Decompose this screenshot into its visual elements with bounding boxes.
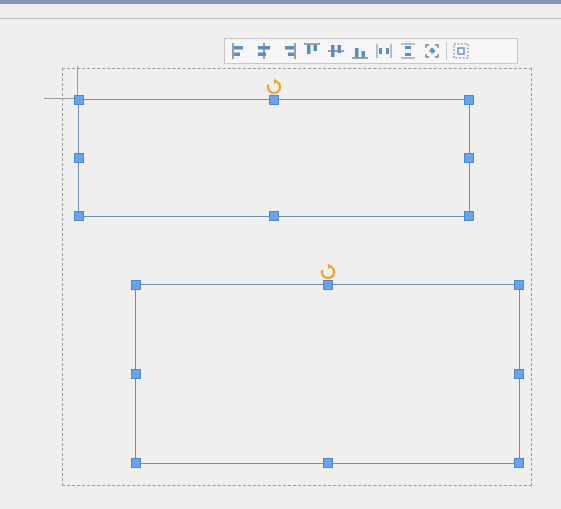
resize-handle-br[interactable] (514, 458, 524, 468)
alignment-toolbar (224, 38, 518, 64)
resize-handle-tc[interactable] (323, 280, 333, 290)
align-left-icon[interactable] (228, 40, 252, 62)
align-center-v-icon[interactable] (324, 40, 348, 62)
resize-handle-tr[interactable] (464, 95, 474, 105)
selected-shape[interactable] (78, 99, 470, 217)
divider (0, 18, 561, 19)
resize-handle-tl[interactable] (131, 280, 141, 290)
resize-handle-mr[interactable] (514, 369, 524, 379)
rotate-handle[interactable] (319, 263, 337, 281)
resize-handle-tl[interactable] (74, 95, 84, 105)
align-right-icon[interactable] (276, 40, 300, 62)
distribute-v-icon[interactable] (396, 40, 420, 62)
resize-handle-bl[interactable] (131, 458, 141, 468)
selected-shape[interactable] (135, 284, 520, 464)
rotate-handle[interactable] (265, 78, 283, 96)
resize-handle-ml[interactable] (74, 153, 84, 163)
enter-group-icon[interactable] (449, 40, 473, 62)
match-size-icon[interactable] (420, 40, 444, 62)
window-titlebar-fragment (0, 0, 561, 4)
distribute-h-icon[interactable] (372, 40, 396, 62)
resize-handle-bc[interactable] (269, 211, 279, 221)
toolbar-separator (446, 42, 447, 60)
align-center-h-icon[interactable] (252, 40, 276, 62)
resize-handle-bc[interactable] (323, 458, 333, 468)
resize-handle-tr[interactable] (514, 280, 524, 290)
resize-handle-mr[interactable] (464, 153, 474, 163)
resize-handle-br[interactable] (464, 211, 474, 221)
resize-handle-ml[interactable] (131, 369, 141, 379)
resize-handle-bl[interactable] (74, 211, 84, 221)
resize-handle-tc[interactable] (269, 95, 279, 105)
align-top-icon[interactable] (300, 40, 324, 62)
align-bottom-icon[interactable] (348, 40, 372, 62)
